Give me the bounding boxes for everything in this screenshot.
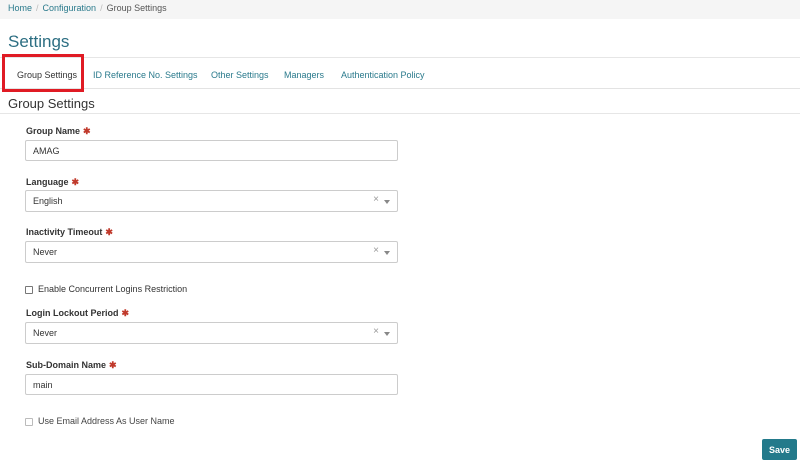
- required-icon: ✱: [71, 177, 80, 187]
- breadcrumb-separator: /: [36, 3, 39, 13]
- group-name-input[interactable]: [25, 140, 398, 161]
- required-icon: ✱: [105, 227, 113, 237]
- login-lockout-label-text: Login Lockout Period: [26, 308, 119, 318]
- tab-other-settings[interactable]: Other Settings: [211, 70, 269, 80]
- group-name-label-text: Group Name: [26, 126, 81, 136]
- group-name-label: Group Name ✱: [26, 126, 91, 137]
- tab-authentication-policy[interactable]: Authentication Policy: [341, 70, 425, 80]
- section-title: Group Settings: [8, 96, 95, 111]
- chevron-down-icon[interactable]: [384, 200, 390, 204]
- chevron-down-icon[interactable]: [384, 332, 390, 336]
- settings-tabs: Group Settings ID Reference No. Settings…: [0, 58, 800, 89]
- inactivity-timeout-select[interactable]: Never ×: [25, 241, 398, 263]
- breadcrumb-current: Group Settings: [106, 3, 167, 13]
- tab-id-reference-settings[interactable]: ID Reference No. Settings: [93, 70, 198, 80]
- clear-icon[interactable]: ×: [373, 194, 379, 205]
- clear-icon[interactable]: ×: [373, 245, 379, 256]
- required-icon: ✱: [121, 308, 130, 318]
- tab-managers[interactable]: Managers: [284, 70, 324, 80]
- save-button[interactable]: Save: [762, 439, 797, 460]
- email-as-username-label: Use Email Address As User Name: [38, 416, 175, 426]
- breadcrumb-separator: /: [100, 3, 103, 13]
- sub-domain-label-text: Sub-Domain Name: [26, 360, 107, 370]
- language-label: Language ✱: [26, 177, 79, 188]
- breadcrumb: Home / Configuration / Group Settings: [0, 0, 800, 19]
- concurrent-logins-checkbox[interactable]: [25, 286, 33, 294]
- concurrent-logins-label: Enable Concurrent Logins Restriction: [38, 284, 188, 294]
- clear-icon[interactable]: ×: [373, 326, 379, 337]
- page-title: Settings: [8, 32, 70, 51]
- section-divider: [0, 113, 800, 114]
- sub-domain-input[interactable]: [25, 374, 398, 395]
- required-icon: ✱: [83, 126, 91, 136]
- inactivity-timeout-label-text: Inactivity Timeout: [26, 227, 103, 237]
- required-icon: ✱: [109, 360, 117, 370]
- inactivity-timeout-select-value: Never: [33, 247, 58, 257]
- inactivity-timeout-label: Inactivity Timeout ✱: [26, 227, 113, 238]
- language-label-text: Language: [26, 177, 69, 187]
- breadcrumb-configuration-link[interactable]: Configuration: [43, 3, 97, 13]
- active-tab-highlight: [2, 54, 84, 92]
- login-lockout-select[interactable]: Never ×: [25, 322, 398, 344]
- breadcrumb-home-link[interactable]: Home: [8, 3, 32, 13]
- language-select[interactable]: English ×: [25, 190, 398, 212]
- login-lockout-label: Login Lockout Period ✱: [26, 308, 129, 319]
- email-as-username-checkbox[interactable]: [25, 418, 33, 426]
- chevron-down-icon[interactable]: [384, 251, 390, 255]
- language-select-value: English: [33, 196, 63, 206]
- login-lockout-select-value: Never: [33, 328, 58, 338]
- sub-domain-label: Sub-Domain Name ✱: [26, 360, 117, 371]
